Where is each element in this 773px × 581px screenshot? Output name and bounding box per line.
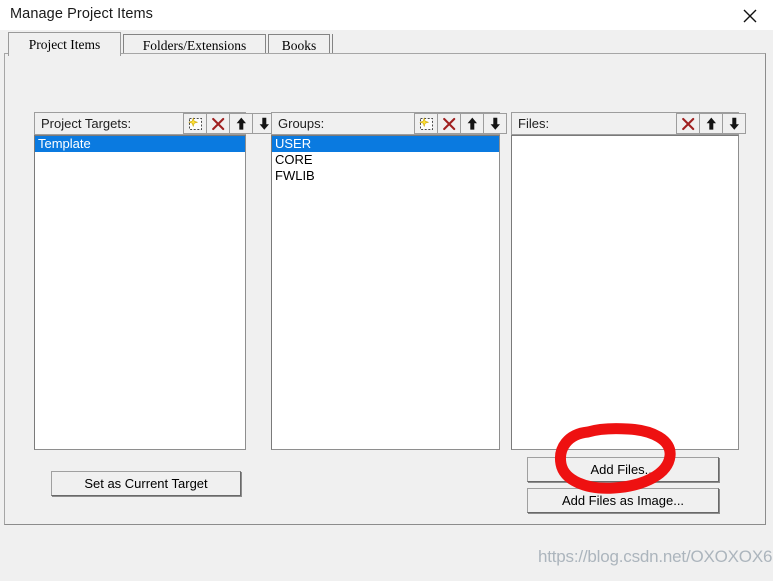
window-title: Manage Project Items (10, 6, 154, 22)
project-targets-listbox[interactable]: Template (34, 135, 246, 450)
title-bar: Manage Project Items (0, 0, 773, 30)
delete-target-button[interactable] (206, 113, 230, 134)
groups-listbox[interactable]: USER CORE FWLIB (271, 135, 500, 450)
files-header: Files: (511, 112, 746, 135)
new-target-button[interactable] (183, 113, 207, 134)
tab-strip-end-divider (332, 34, 335, 55)
manage-project-items-dialog: Manage Project Items Project Items Folde… (0, 0, 773, 581)
project-targets-header: Project Targets: (34, 112, 276, 135)
project-targets-label: Project Targets: (41, 116, 132, 131)
add-files-as-image-button[interactable]: Add Files as Image... (527, 488, 719, 513)
set-as-current-target-button[interactable]: Set as Current Target (51, 471, 241, 496)
files-label: Files: (518, 116, 550, 131)
dialog-button-bar: OK Cancel Help (0, 528, 773, 581)
move-group-down-button[interactable] (483, 113, 507, 134)
files-listbox[interactable] (511, 135, 739, 450)
tab-project-items[interactable]: Project Items (8, 32, 121, 56)
list-item[interactable]: USER (272, 136, 499, 152)
list-item[interactable]: CORE (272, 152, 499, 168)
close-icon[interactable] (727, 0, 773, 30)
list-item[interactable]: Template (35, 136, 245, 152)
add-files-button[interactable]: Add Files... (527, 457, 719, 482)
groups-label: Groups: (278, 116, 325, 131)
new-group-button[interactable] (414, 113, 438, 134)
tab-books[interactable]: Books (268, 34, 330, 55)
move-group-up-button[interactable] (460, 113, 484, 134)
list-item[interactable]: FWLIB (272, 168, 499, 184)
move-file-down-button[interactable] (722, 113, 746, 134)
groups-header: Groups: (271, 112, 507, 135)
tab-folders-extensions[interactable]: Folders/Extensions (123, 34, 266, 55)
project-items-tab-page: Project Targets: Template Groups: USER C… (4, 53, 766, 525)
delete-file-button[interactable] (676, 113, 700, 134)
delete-group-button[interactable] (437, 113, 461, 134)
move-file-up-button[interactable] (699, 113, 723, 134)
move-target-up-button[interactable] (229, 113, 253, 134)
